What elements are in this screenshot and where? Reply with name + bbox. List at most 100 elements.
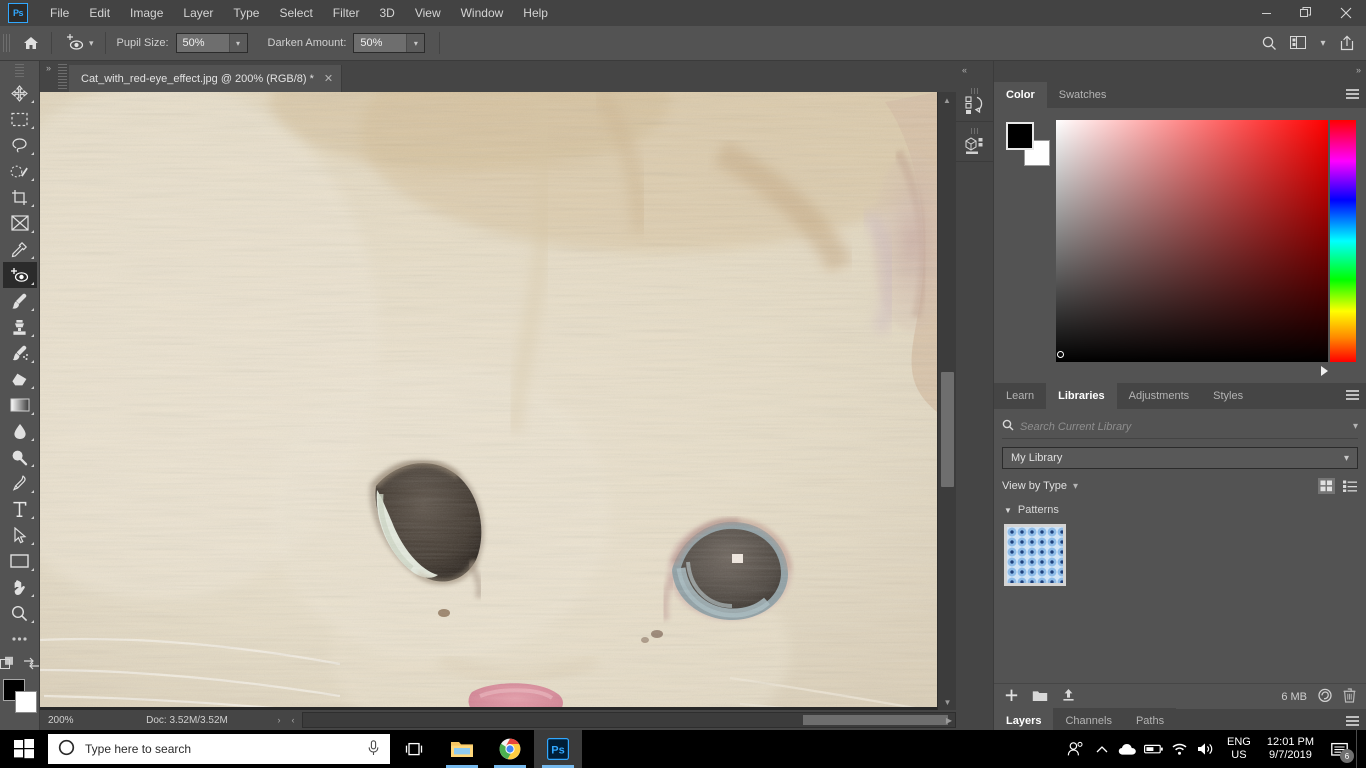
color-picker-marker[interactable]	[1057, 351, 1064, 358]
workspace-icon[interactable]	[1286, 30, 1312, 56]
color-panel-swatches[interactable]	[1004, 120, 1050, 166]
eraser-tool[interactable]	[3, 366, 37, 392]
list-view-icon[interactable]	[1341, 478, 1358, 494]
color-spectrum-field[interactable]	[1056, 120, 1328, 362]
chevron-down-icon[interactable]: ▾	[89, 38, 94, 49]
document-size-info[interactable]: Doc: 3.52M/3.52M	[102, 715, 272, 726]
tab-learn[interactable]: Learn	[994, 383, 1047, 409]
photoshop-taskbar-icon[interactable]: Ps	[534, 730, 582, 768]
new-group-icon[interactable]	[1032, 689, 1048, 705]
history-brush-tool[interactable]	[3, 340, 37, 366]
rectangle-tool[interactable]	[3, 548, 37, 574]
hand-tool[interactable]	[3, 574, 37, 600]
menu-3d[interactable]: 3D	[369, 0, 404, 26]
3d-panel-icon[interactable]	[956, 122, 994, 162]
home-icon[interactable]	[18, 30, 44, 56]
restore-button[interactable]	[1286, 0, 1326, 26]
blur-tool[interactable]	[3, 418, 37, 444]
blue-dot-pattern-thumbnail[interactable]	[1004, 524, 1066, 586]
status-next-icon[interactable]: ›	[272, 715, 286, 725]
trash-icon[interactable]	[1343, 687, 1356, 706]
libraries-panel-menu-icon[interactable]	[1346, 390, 1359, 400]
input-language-indicator[interactable]: ENG US	[1219, 736, 1259, 762]
view-by-type-dropdown[interactable]: View by Type ▾	[1002, 480, 1078, 492]
eyedropper-tool[interactable]	[3, 236, 37, 262]
google-chrome-icon[interactable]	[486, 730, 534, 768]
horizontal-scroll-thumb[interactable]	[803, 715, 948, 725]
scroll-up-icon[interactable]: ▲	[938, 92, 956, 108]
vertical-scroll-thumb[interactable]	[941, 372, 954, 487]
task-view-icon[interactable]	[390, 730, 438, 768]
grid-view-icon[interactable]	[1318, 478, 1335, 494]
battery-icon[interactable]	[1141, 730, 1167, 768]
dodge-tool[interactable]	[3, 444, 37, 470]
hue-slider[interactable]	[1330, 120, 1356, 362]
quick-mask-icon[interactable]	[0, 656, 17, 673]
background-color-swatch[interactable]	[14, 691, 37, 713]
onedrive-icon[interactable]	[1115, 730, 1141, 768]
gradient-tool[interactable]	[3, 392, 37, 418]
red-eye-tool[interactable]	[2, 262, 37, 288]
history-panel-icon[interactable]	[956, 82, 994, 122]
menu-edit[interactable]: Edit	[79, 0, 120, 26]
toolbar-grip[interactable]	[15, 64, 24, 78]
darken-amount-value[interactable]: 50%	[354, 34, 407, 52]
menu-file[interactable]: File	[40, 0, 79, 26]
upload-icon[interactable]	[1061, 688, 1076, 705]
toolbar-color-swatches[interactable]	[2, 679, 37, 713]
path-selection-tool[interactable]	[3, 522, 37, 548]
close-icon[interactable]: ✕	[324, 72, 333, 85]
type-tool[interactable]	[3, 496, 37, 522]
hue-slider-marker[interactable]	[1321, 366, 1328, 376]
windows-start-icon[interactable]	[0, 730, 48, 768]
lasso-tool[interactable]	[3, 132, 37, 158]
quick-selection-tool[interactable]	[3, 158, 37, 184]
library-search-row[interactable]: Search Current Library ▾	[1002, 415, 1358, 439]
chevron-up-icon[interactable]	[1089, 730, 1115, 768]
layers-panel-menu-icon[interactable]	[1346, 716, 1359, 726]
tab-libraries[interactable]: Libraries	[1046, 383, 1117, 409]
move-tool[interactable]	[3, 80, 37, 106]
tab-adjustments[interactable]: Adjustments	[1116, 383, 1202, 409]
clock[interactable]: 12:01 PM 9/7/2019	[1259, 736, 1322, 762]
collapse-panel-icon[interactable]: »	[46, 63, 51, 73]
creative-cloud-sync-icon[interactable]	[1317, 688, 1333, 706]
library-search-chevron-down-icon[interactable]: ▾	[1353, 421, 1358, 432]
tab-color[interactable]: Color	[994, 82, 1047, 108]
canvas-horizontal-scrollbar[interactable]: ▶	[302, 712, 956, 728]
menu-window[interactable]: Window	[451, 0, 514, 26]
zoom-tool[interactable]	[3, 600, 37, 626]
pupil-size-field[interactable]: 50% ▾	[175, 33, 248, 53]
view-by-chevron-down-icon[interactable]: ▾	[1073, 481, 1078, 492]
clone-stamp-tool[interactable]	[3, 314, 37, 340]
color-panel-foreground-swatch[interactable]	[1006, 122, 1034, 150]
share-icon[interactable]	[1334, 30, 1360, 56]
scroll-down-icon[interactable]: ▼	[938, 694, 956, 710]
tab-styles[interactable]: Styles	[1201, 383, 1256, 409]
taskbar-search-box[interactable]: Type here to search	[48, 734, 390, 764]
people-icon[interactable]	[1063, 730, 1089, 768]
history-panel-grip[interactable]	[970, 88, 980, 94]
status-prev-icon[interactable]: ‹	[286, 715, 300, 725]
library-search-input[interactable]: Search Current Library	[1020, 421, 1353, 433]
expand-panels-icon[interactable]: »	[1356, 65, 1361, 75]
wifi-icon[interactable]	[1167, 730, 1193, 768]
disclosure-triangle-icon[interactable]: ▼	[1004, 506, 1012, 515]
darken-amount-chevron-down-icon[interactable]: ▾	[406, 34, 425, 52]
tab-swatches[interactable]: Swatches	[1046, 82, 1119, 108]
library-select[interactable]: My Library ▾	[1002, 447, 1358, 469]
menu-type[interactable]: Type	[223, 0, 269, 26]
crop-tool[interactable]	[3, 184, 37, 210]
pupil-size-value[interactable]: 50%	[176, 34, 229, 52]
brush-tool[interactable]	[3, 288, 37, 314]
menu-help[interactable]: Help	[513, 0, 558, 26]
library-group-patterns[interactable]: ▼ Patterns	[994, 504, 1366, 516]
darken-amount-field[interactable]: 50% ▾	[353, 33, 426, 53]
pupil-size-chevron-down-icon[interactable]: ▾	[228, 34, 247, 52]
menu-filter[interactable]: Filter	[323, 0, 370, 26]
options-bar-grip[interactable]	[3, 34, 12, 52]
microphone-icon[interactable]	[367, 739, 380, 759]
edit-toolbar-tool[interactable]	[3, 626, 37, 652]
minimize-button[interactable]	[1246, 0, 1286, 26]
document-tab[interactable]: Cat_with_red-eye_effect.jpg @ 200% (RGB/…	[69, 65, 343, 92]
